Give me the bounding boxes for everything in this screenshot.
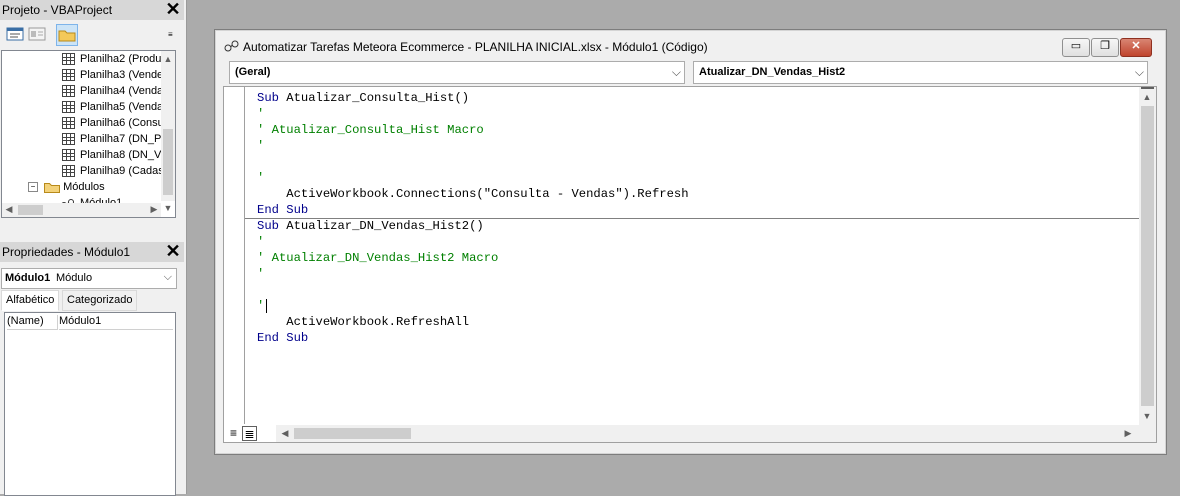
worksheet-icon: [62, 149, 75, 162]
procedure-view-icon[interactable]: ≡: [226, 426, 241, 441]
collapse-icon[interactable]: −: [28, 182, 38, 193]
worksheet-icon: [62, 101, 75, 114]
properties-tabs: Alfabético Categorizado: [1, 290, 176, 311]
code-window-title: Automatizar Tarefas Meteora Ecommerce - …: [243, 40, 708, 54]
worksheet-icon: [62, 133, 75, 146]
tree-vertical-scrollbar[interactable]: ▲ ▼: [161, 51, 175, 213]
worksheet-icon: [62, 53, 75, 66]
minimize-button[interactable]: ▭: [1062, 38, 1090, 57]
folder-icon: [44, 183, 61, 194]
view-object-button[interactable]: [28, 24, 48, 44]
property-name[interactable]: (Name): [7, 315, 58, 330]
code-line[interactable]: ' Atualizar_Consulta_Hist Macro: [257, 122, 484, 138]
worksheet-icon: [62, 85, 75, 98]
chevron-down-icon[interactable]: ⌵: [672, 65, 681, 80]
chevron-down-icon[interactable]: ⌵: [164, 271, 172, 284]
code-window: Automatizar Tarefas Meteora Ecommerce - …: [214, 29, 1167, 455]
scroll-thumb[interactable]: [163, 129, 173, 195]
code-line[interactable]: ': [257, 266, 264, 282]
scroll-thumb[interactable]: [1141, 106, 1154, 406]
tree-item[interactable]: Planilha5 (Venda: [62, 101, 163, 117]
tree-item[interactable]: Planilha2 (Produt: [62, 53, 164, 69]
properties-grid: (Name) Módulo1: [4, 312, 176, 496]
close-icon[interactable]: ✕: [164, 0, 182, 19]
scroll-left-icon[interactable]: ◀: [278, 428, 292, 439]
margin-indicator-bar[interactable]: [224, 87, 245, 424]
scroll-down-icon[interactable]: ▼: [161, 203, 175, 213]
tree-item[interactable]: Planilha6 (Consu: [62, 117, 164, 133]
scroll-thumb[interactable]: [18, 205, 43, 215]
split-bar[interactable]: [1141, 87, 1154, 89]
toolbar-overflow-icon[interactable]: ≡: [168, 30, 173, 39]
code-line[interactable]: ActiveWorkbook.RefreshAll: [257, 314, 469, 330]
tree-item[interactable]: Planilha3 (Vende: [62, 69, 163, 85]
properties-panel-titlebar: Propriedades - Módulo1 ✕: [0, 242, 184, 262]
property-value[interactable]: Módulo1: [59, 315, 173, 330]
code-line[interactable]: ' Atualizar_DN_Vendas_Hist2 Macro: [257, 250, 498, 266]
object-combo[interactable]: (Geral) ⌵: [229, 61, 685, 84]
toggle-folders-button[interactable]: [56, 24, 78, 46]
module-icon: [224, 40, 239, 52]
tree-folder-modulos[interactable]: − Módulos: [28, 181, 105, 197]
code-vertical-scrollbar[interactable]: ▲ ▼: [1139, 87, 1156, 425]
code-line[interactable]: End Sub: [257, 202, 308, 218]
tab-categorizado[interactable]: Categorizado: [62, 290, 138, 311]
code-line[interactable]: Sub Atualizar_Consulta_Hist(): [257, 90, 469, 106]
tree-item[interactable]: Planilha7 (DN_Pr: [62, 133, 165, 149]
view-code-button[interactable]: [6, 24, 26, 44]
tree-item[interactable]: Planilha4 (Venda: [62, 85, 163, 101]
size-grip: [1139, 425, 1156, 442]
procedure-combo[interactable]: Atualizar_DN_Vendas_Hist2 ⌵: [693, 61, 1148, 84]
scroll-up-icon[interactable]: ▲: [161, 54, 175, 64]
code-line[interactable]: ': [257, 234, 264, 250]
code-horizontal-scrollbar[interactable]: ◀ ▶: [276, 425, 1139, 442]
tab-alfabetico[interactable]: Alfabético: [1, 290, 60, 311]
worksheet-icon: [62, 69, 75, 82]
code-line[interactable]: Sub Atualizar_DN_Vendas_Hist2(): [257, 218, 484, 234]
code-window-titlebar: Automatizar Tarefas Meteora Ecommerce - …: [215, 30, 1166, 58]
close-icon[interactable]: ✕: [164, 242, 182, 261]
close-button[interactable]: ✕: [1120, 38, 1152, 57]
left-dock: Projeto - VBAProject ✕ ≡ Planilha2 (Prod…: [0, 0, 187, 496]
code-line[interactable]: ': [257, 106, 264, 122]
code-line[interactable]: End Sub: [257, 330, 308, 346]
code-line[interactable]: ActiveWorkbook.Connections("Consulta - V…: [257, 186, 688, 202]
scroll-up-icon[interactable]: ▲: [1140, 92, 1154, 102]
scroll-down-icon[interactable]: ▼: [1140, 411, 1154, 421]
scroll-left-icon[interactable]: ◀: [2, 204, 16, 215]
full-module-view-icon[interactable]: ≣: [242, 426, 257, 441]
tree-item[interactable]: Planilha9 (Cadas: [62, 165, 164, 181]
project-panel-title: Projeto - VBAProject: [2, 3, 113, 17]
text-caret: [266, 299, 267, 313]
worksheet-icon: [62, 165, 75, 178]
code-line[interactable]: ': [257, 170, 264, 186]
tree-horizontal-scrollbar[interactable]: ◀ ▶: [2, 203, 161, 217]
code-editor[interactable]: Sub Atualizar_Consulta_Hist() ' ' Atuali…: [223, 86, 1157, 443]
tree-item[interactable]: Planilha8 (DN_Ve: [62, 149, 167, 165]
project-panel-titlebar: Projeto - VBAProject ✕: [0, 0, 184, 20]
scroll-right-icon[interactable]: ▶: [1121, 428, 1135, 439]
properties-panel-title: Propriedades - Módulo1: [2, 245, 131, 259]
code-line[interactable]: ': [257, 298, 264, 314]
object-selector[interactable]: Módulo1 Módulo ⌵: [1, 268, 177, 289]
project-tree[interactable]: Planilha2 (Produt Planilha3 (Vende Plani…: [1, 50, 176, 218]
scroll-right-icon[interactable]: ▶: [147, 204, 161, 215]
restore-button[interactable]: ❐: [1091, 38, 1119, 57]
scroll-thumb[interactable]: [294, 428, 411, 439]
code-line[interactable]: ': [257, 138, 264, 154]
worksheet-icon: [62, 117, 75, 130]
chevron-down-icon[interactable]: ⌵: [1135, 65, 1144, 80]
